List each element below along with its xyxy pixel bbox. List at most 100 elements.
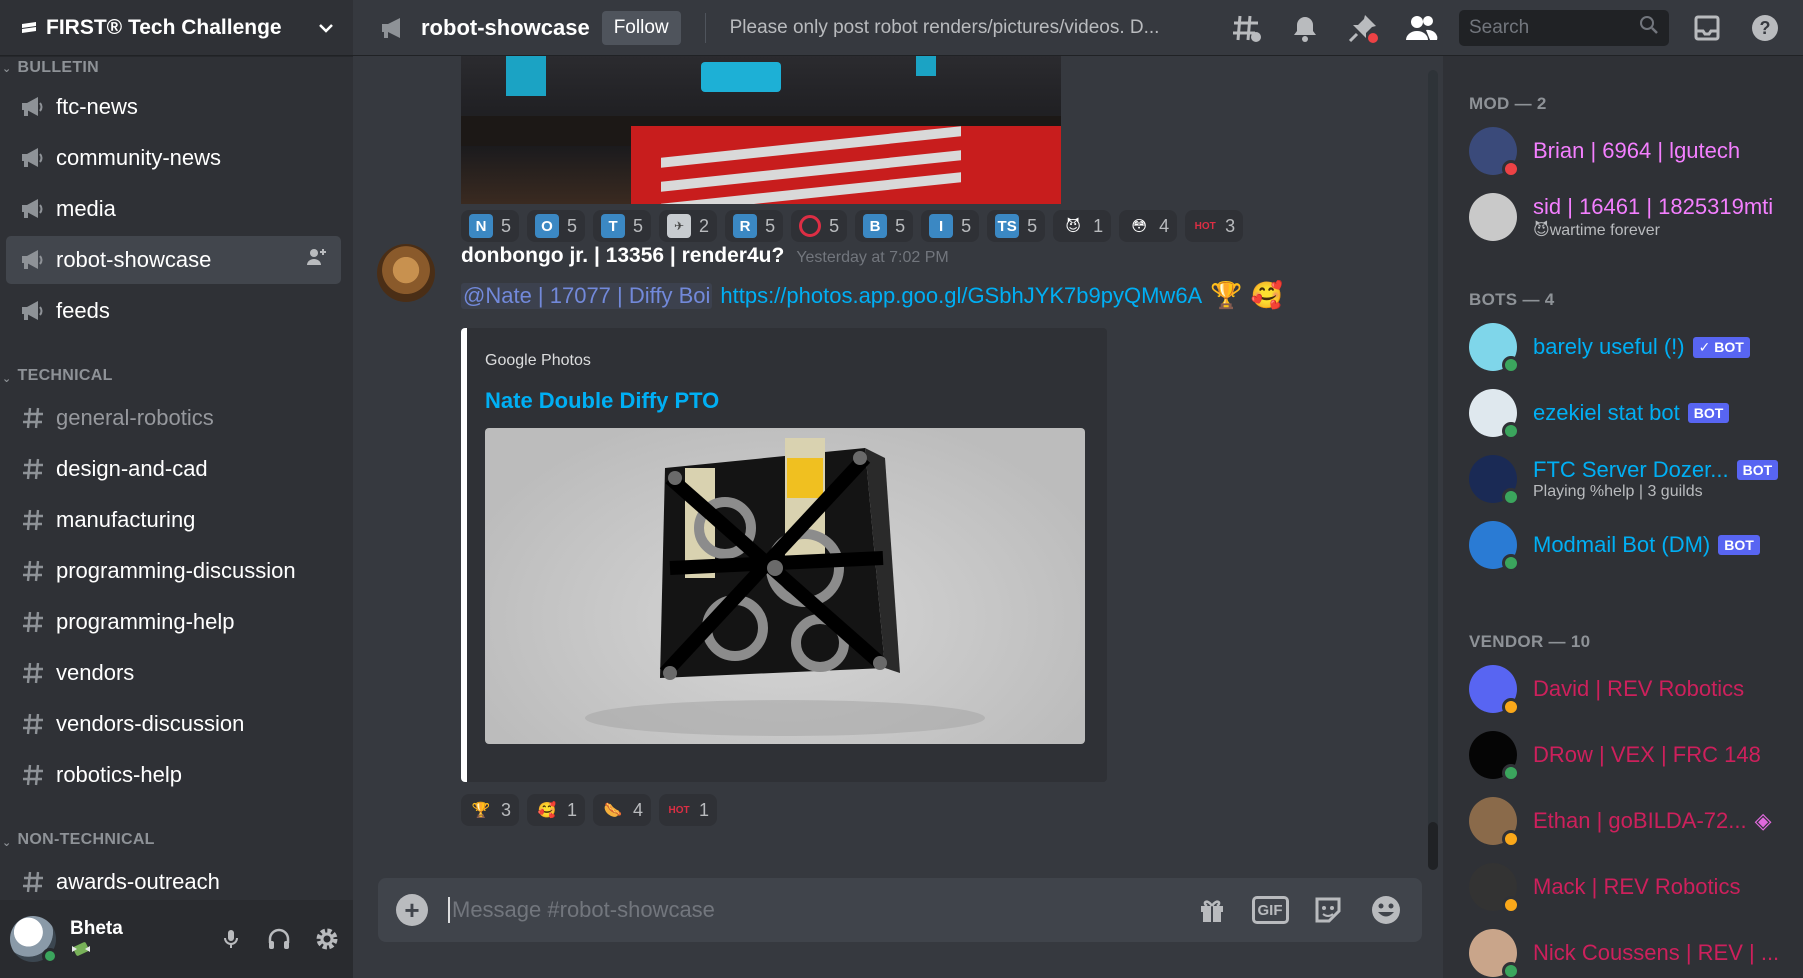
- guild-header[interactable]: FIRST® Tech Challenge: [0, 0, 353, 56]
- embed-image[interactable]: [485, 428, 1085, 744]
- avatar[interactable]: [377, 244, 435, 302]
- member-item[interactable]: sid | 16461 | 1825319mti 😈wartime forever: [1443, 184, 1803, 250]
- channel-media[interactable]: media: [6, 185, 341, 233]
- member-name-row: barely useful (!) ✓ BOT: [1533, 334, 1750, 360]
- scrollbar-thumb[interactable]: [1428, 822, 1438, 870]
- reaction-button[interactable]: I5: [921, 210, 980, 242]
- category-header[interactable]: ⌄ NON-TECHNICAL: [0, 799, 353, 855]
- member-item[interactable]: Nick Coussens | REV | ...: [1443, 920, 1803, 978]
- reaction-button[interactable]: 🌭 4: [593, 794, 652, 826]
- channel-vendors[interactable]: vendors: [6, 649, 341, 697]
- message-author[interactable]: donbongo jr. | 13356 | render4u?: [461, 244, 784, 268]
- upload-button[interactable]: +: [396, 894, 428, 926]
- help-icon[interactable]: ?: [1745, 8, 1785, 48]
- reaction-button[interactable]: 🏆 3: [461, 794, 520, 826]
- status-indicator: [1502, 422, 1520, 440]
- member-list-icon[interactable]: [1401, 8, 1441, 48]
- message-link[interactable]: https://photos.app.goo.gl/GSbhJYK7b9pyQM…: [720, 283, 1202, 309]
- invite-icon[interactable]: [305, 246, 327, 274]
- member-name: Brian | 6964 | lgutech: [1533, 138, 1741, 163]
- microphone-icon[interactable]: [215, 923, 247, 955]
- avatar[interactable]: [1469, 323, 1520, 374]
- reaction-button[interactable]: 5: [791, 210, 848, 242]
- previous-attachment-image[interactable]: [461, 56, 1061, 204]
- channel-design-and-cad[interactable]: design-and-cad: [6, 445, 341, 493]
- member-item[interactable]: barely useful (!) ✓ BOT: [1443, 314, 1803, 380]
- follow-button[interactable]: Follow: [601, 10, 681, 45]
- reaction-button[interactable]: B5: [855, 210, 914, 242]
- member-item[interactable]: Ethan | goBILDA-72... ◈: [1443, 788, 1803, 854]
- member-name-row: FTC Server Dozer... BOT: [1533, 457, 1779, 483]
- channel-vendors-discussion[interactable]: vendors-discussion: [6, 700, 341, 748]
- avatar[interactable]: [1469, 863, 1520, 914]
- avatar[interactable]: [10, 916, 58, 964]
- channel-community-news[interactable]: community-news: [6, 134, 341, 182]
- channel-label: ftc-news: [56, 94, 138, 119]
- channel-robotics-help[interactable]: robotics-help: [6, 751, 341, 799]
- embed-title[interactable]: Nate Double Diffy PTO: [485, 388, 719, 414]
- category-header[interactable]: ⌄ TECHNICAL: [0, 335, 353, 391]
- channel-awards-outreach[interactable]: awards-outreach: [6, 858, 341, 900]
- member-info: Nick Coussens | REV | ...: [1533, 940, 1779, 966]
- member-item[interactable]: Brian | 6964 | lgutech: [1443, 118, 1803, 184]
- reaction-button[interactable]: TS 5: [987, 210, 1046, 242]
- avatar[interactable]: [1469, 389, 1520, 440]
- channel-topic[interactable]: Please only post robot renders/pictures/…: [730, 17, 1190, 39]
- avatar[interactable]: [1469, 929, 1520, 978]
- scrollbar-track[interactable]: [1428, 70, 1438, 870]
- gif-button[interactable]: GIF: [1251, 892, 1289, 928]
- reaction-button[interactable]: N5: [461, 210, 520, 242]
- avatar[interactable]: [1469, 455, 1520, 506]
- reaction-emoji: HOT: [1194, 220, 1216, 232]
- avatar[interactable]: [1469, 193, 1517, 241]
- channel-programming-help[interactable]: programming-help: [6, 598, 341, 646]
- member-item[interactable]: FTC Server Dozer... BOT Playing %help | 3 …: [1443, 446, 1803, 512]
- channel-header: robot-showcase Follow Please only post r…: [353, 0, 1803, 56]
- announcement-channel-icon: [20, 196, 46, 222]
- headphones-icon[interactable]: [263, 923, 295, 955]
- search-input[interactable]: Search: [1459, 9, 1669, 46]
- bell-icon[interactable]: [1285, 8, 1325, 48]
- sticker-icon[interactable]: [1310, 892, 1346, 928]
- channel-programming-discussion[interactable]: programming-discussion: [6, 547, 341, 595]
- avatar[interactable]: [1469, 665, 1520, 716]
- reaction-button[interactable]: 🥰 1: [527, 794, 586, 826]
- announcement-channel-icon: [377, 11, 411, 45]
- inbox-icon[interactable]: [1687, 8, 1727, 48]
- category-header[interactable]: ⌄ BULLETIN: [0, 56, 353, 80]
- emoji-picker-icon[interactable]: [1368, 892, 1404, 928]
- member-item[interactable]: Modmail Bot (DM) BOT: [1443, 512, 1803, 578]
- member-item[interactable]: David | REV Robotics: [1443, 656, 1803, 722]
- reaction-button[interactable]: T5: [593, 210, 652, 242]
- member-item[interactable]: Mack | REV Robotics: [1443, 854, 1803, 920]
- pin-icon[interactable]: [1343, 8, 1383, 48]
- chevron-down-icon[interactable]: [315, 17, 337, 39]
- channel-ftc-news[interactable]: ftc-news: [6, 83, 341, 131]
- avatar[interactable]: [1469, 731, 1520, 782]
- channel-feeds[interactable]: feeds: [6, 287, 341, 335]
- avatar[interactable]: [1469, 521, 1520, 572]
- avatar[interactable]: [1469, 797, 1520, 848]
- member-item[interactable]: ezekiel stat bot BOT: [1443, 380, 1803, 446]
- user-mention[interactable]: @Nate | 17077 | Diffy Boi: [461, 282, 713, 309]
- threads-icon[interactable]: [1227, 8, 1267, 48]
- reaction-button[interactable]: ✈ 2: [659, 210, 718, 242]
- reaction-button[interactable]: 😈 1: [1053, 210, 1112, 242]
- reaction-button[interactable]: HOT 1: [659, 794, 718, 826]
- reaction-emoji: TS: [995, 214, 1020, 238]
- member-item[interactable]: DRow | VEX | FRC 148: [1443, 722, 1803, 788]
- gear-icon[interactable]: [311, 923, 343, 955]
- reaction-emoji: R: [733, 214, 758, 238]
- member-name-row: sid | 16461 | 1825319mti: [1533, 194, 1773, 220]
- reaction-button[interactable]: 😳 4: [1119, 210, 1178, 242]
- reaction-count: 4: [1159, 215, 1170, 236]
- avatar[interactable]: [1469, 127, 1520, 178]
- channel-robot-showcase[interactable]: robot-showcase: [6, 236, 341, 284]
- reaction-button[interactable]: HOT 3: [1185, 210, 1244, 242]
- message-input[interactable]: Message #robot-showcase: [448, 897, 1194, 923]
- reaction-button[interactable]: R5: [725, 210, 784, 242]
- channel-manufacturing[interactable]: manufacturing: [6, 496, 341, 544]
- gift-icon[interactable]: [1194, 892, 1230, 928]
- channel-general-robotics[interactable]: general-robotics: [6, 394, 341, 442]
- reaction-button[interactable]: O5: [527, 210, 586, 242]
